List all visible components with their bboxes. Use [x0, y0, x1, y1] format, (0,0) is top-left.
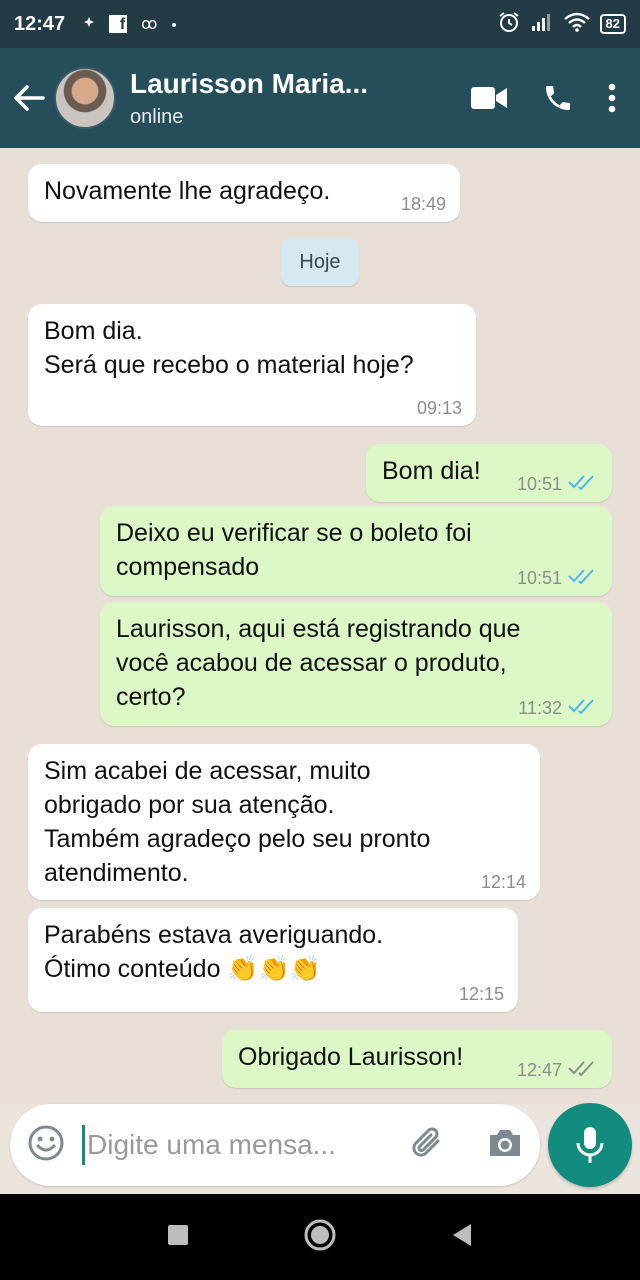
- message-text: Deixo eu verificar se o boleto foi: [116, 519, 472, 547]
- voicemail-icon: ꝏ: [141, 16, 158, 33]
- message-bubble-outgoing[interactable]: Laurisson, aqui está registrando que voc…: [100, 602, 612, 726]
- contact-info[interactable]: Laurisson Maria... online: [130, 68, 400, 129]
- message-text: Ótimo conteúdo 👏👏👏: [44, 955, 321, 983]
- chat-area[interactable]: Novamente lhe agradeço. 18:49 Hoje Bom d…: [0, 148, 640, 1104]
- attach-icon[interactable]: [408, 1124, 446, 1167]
- message-time: 12:15: [458, 984, 504, 1004]
- back-nav-icon[interactable]: [451, 1223, 473, 1252]
- read-ticks-icon: [568, 568, 598, 588]
- read-ticks-icon: [568, 474, 598, 494]
- message-time: 11:32: [518, 698, 562, 718]
- read-ticks-icon: [568, 698, 598, 718]
- delivered-ticks-icon: [568, 1060, 598, 1080]
- system-nav-bar: [0, 1194, 640, 1280]
- message-text: Parabéns estava averiguando.: [44, 921, 384, 949]
- message-time: 12:47: [516, 1060, 562, 1080]
- message-text: Será que recebo o material hoje?: [44, 351, 414, 379]
- more-options-icon[interactable]: [608, 83, 616, 113]
- message-time: 10:51: [516, 474, 562, 494]
- message-bubble-incoming[interactable]: Bom dia. Será que recebo o material hoje…: [28, 304, 476, 426]
- contact-name: Laurisson Maria...: [130, 67, 369, 99]
- message-text: atendimento.: [44, 859, 189, 887]
- message-text: Sim acabei de acessar, muito: [44, 757, 371, 785]
- phone-call-icon[interactable]: [542, 82, 574, 114]
- message-text: você acabou de acessar o produto,: [116, 649, 507, 677]
- message-time: 09:13: [416, 398, 462, 418]
- message-bubble-outgoing[interactable]: Deixo eu verificar se o boleto foi compe…: [100, 506, 612, 596]
- status-dot-icon: [171, 15, 177, 33]
- message-text: Novamente lhe agradeço.: [44, 177, 331, 205]
- battery-icon: 82: [599, 14, 626, 34]
- message-composer[interactable]: Digite uma mensa...: [10, 1104, 540, 1186]
- message-time: 18:49: [400, 194, 446, 214]
- avatar[interactable]: [54, 67, 116, 129]
- message-bubble-incoming[interactable]: Sim acabei de acessar, muito obrigado po…: [28, 744, 540, 900]
- signal-icon: [530, 12, 554, 37]
- camera-icon[interactable]: [486, 1126, 524, 1165]
- video-call-icon[interactable]: [470, 85, 508, 111]
- message-text: Bom dia.: [44, 317, 143, 345]
- message-text: Laurisson, aqui está registrando que: [116, 615, 521, 643]
- notification-dot-icon: [83, 15, 95, 33]
- alarm-icon: [498, 11, 520, 38]
- message-time: 12:14: [480, 872, 526, 892]
- wifi-icon: [563, 12, 590, 37]
- facebook-icon: f: [109, 15, 128, 33]
- recents-icon[interactable]: [167, 1224, 189, 1251]
- date-divider: Hoje: [281, 238, 359, 286]
- message-text: Também agradeço pelo seu pronto: [44, 825, 431, 853]
- contact-status: online: [130, 105, 184, 128]
- emoji-icon[interactable]: [26, 1123, 66, 1168]
- microphone-icon[interactable]: [548, 1103, 632, 1187]
- message-bubble-incoming[interactable]: Parabéns estava averiguando. Ótimo conte…: [28, 908, 518, 1012]
- chat-header: Laurisson Maria... online: [0, 48, 640, 148]
- message-time: 10:51: [516, 568, 562, 588]
- message-bubble-outgoing[interactable]: Bom dia! 10:51: [366, 444, 612, 502]
- message-text: obrigado por sua atenção.: [44, 791, 335, 819]
- message-input[interactable]: Digite uma mensa...: [87, 1129, 377, 1161]
- status-bar: 12:47 f ꝏ 82: [0, 0, 640, 48]
- message-bubble-outgoing[interactable]: Obrigado Laurisson! 12:47: [222, 1030, 612, 1088]
- message-bubble-incoming[interactable]: Novamente lhe agradeço. 18:49: [28, 164, 460, 222]
- status-time: 12:47: [14, 12, 66, 35]
- text-cursor: [82, 1125, 85, 1165]
- home-icon[interactable]: [303, 1218, 337, 1257]
- back-arrow-icon[interactable]: [4, 68, 54, 128]
